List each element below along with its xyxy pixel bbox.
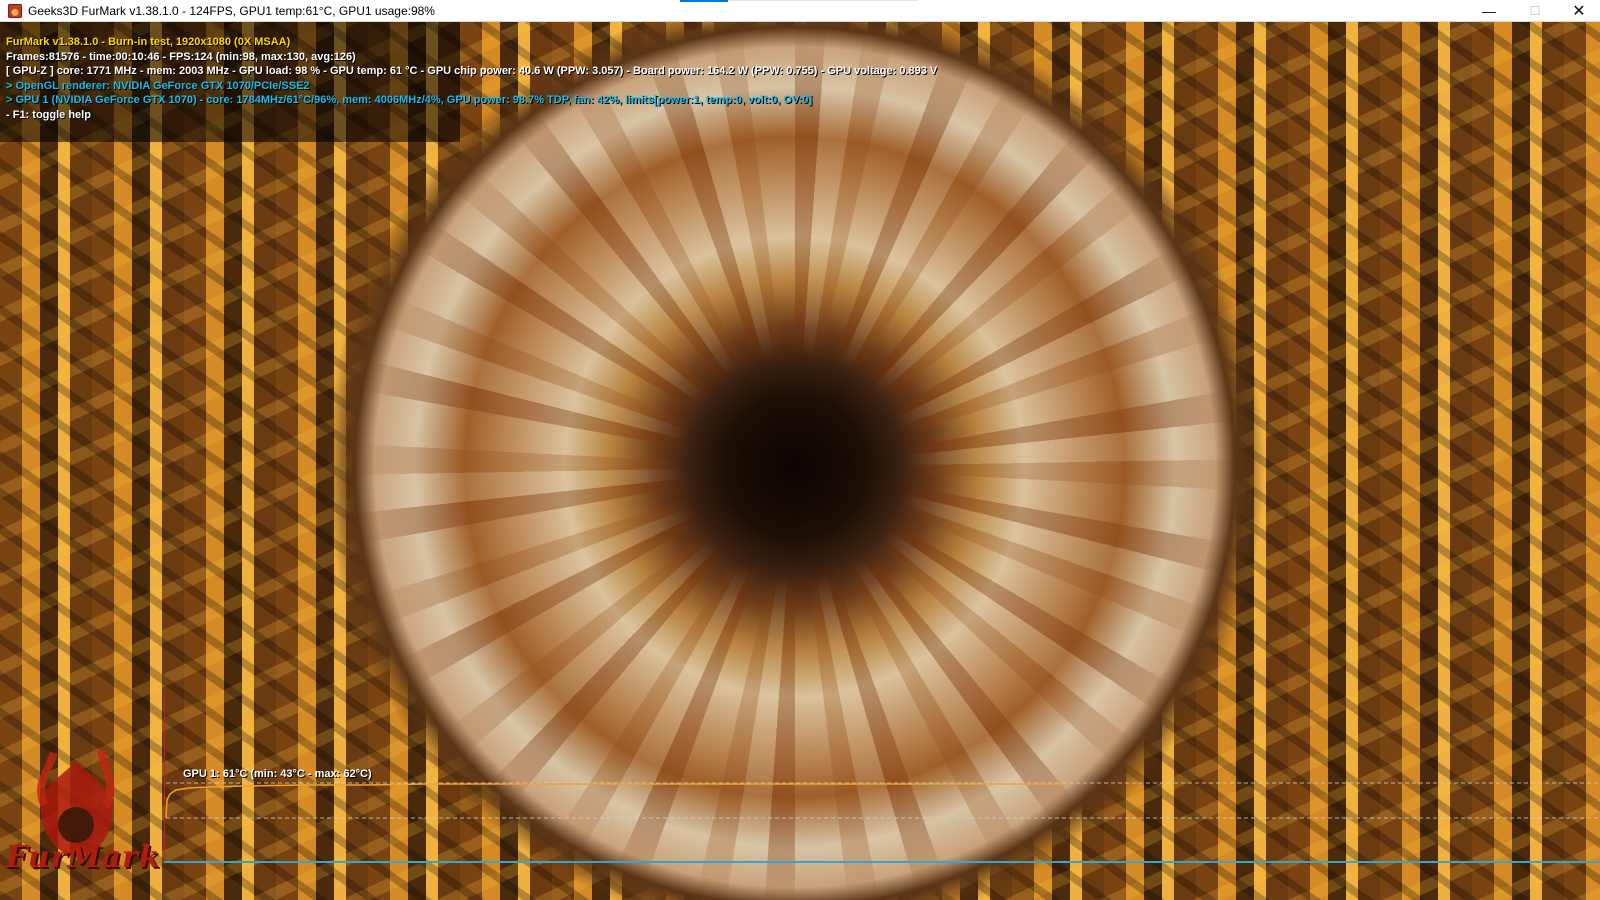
gpu-temp-graph-label: GPU 1: 61°C (min: 43°C - max: 62°C) xyxy=(183,768,372,780)
maximize-button[interactable]: ☐ xyxy=(1512,0,1558,21)
hud-line-version: FurMark v1.38.1.0 - Burn-in test, 1920x1… xyxy=(6,36,291,48)
furmark-app-icon[interactable] xyxy=(8,3,22,18)
minimize-button[interactable]: — xyxy=(1466,0,1512,21)
title-bar-divider xyxy=(728,0,918,1)
furmark-logo-text: FurMark xyxy=(6,840,161,875)
gpu-temp-line xyxy=(165,783,1064,819)
close-button[interactable]: ✕ xyxy=(1558,0,1600,21)
hud-line-gpuz: [ GPU-Z ] core: 1771 MHz - mem: 2003 MHz… xyxy=(6,65,938,78)
hud-line-frames: Frames:81576 - time:00:10:46 - FPS:124 (… xyxy=(6,50,356,63)
gpu-temp-graph xyxy=(164,690,1600,863)
window-title: Geeks3D FurMark v1.38.1.0 - 124FPS, GPU1… xyxy=(28,3,435,18)
hud-line-renderer: > OpenGL renderer: NVIDIA GeForce GTX 10… xyxy=(6,79,310,92)
hud-line-help: - F1: toggle help xyxy=(6,108,91,121)
hud-overlay: FurMark v1.38.1.0 - Burn-in test, 1920x1… xyxy=(6,35,937,123)
hud-line-gpu1: > GPU 1 (NVIDIA GeForce GTX 1070) - core… xyxy=(6,94,813,107)
title-bar-accent xyxy=(680,0,728,2)
title-bar: Geeks3D FurMark v1.38.1.0 - 124FPS, GPU1… xyxy=(0,0,1600,22)
